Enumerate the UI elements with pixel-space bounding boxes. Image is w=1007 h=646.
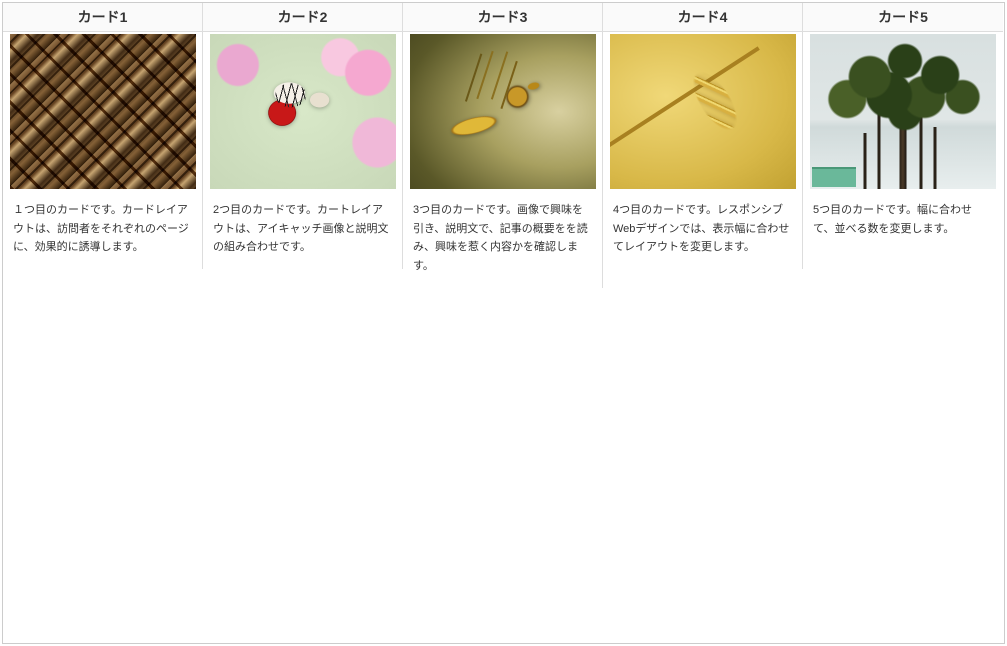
card-description: 5つ目のカードです。幅に合わせて、並べる数を変更します。 (803, 189, 1003, 250)
card-4[interactable]: カード4 4つ目のカードです。レスポンシブWebデザインでは、表示幅に合わせてレ… (603, 3, 803, 269)
card-3[interactable]: カード3 3つ目のカードです。画像で興味を引き、説明文で、記事の概要をを読み、興… (403, 3, 603, 288)
card-image-butterfly (210, 34, 396, 189)
card-title: カード3 (403, 3, 602, 32)
card-image-pine-tree (810, 34, 996, 189)
card-title: カード4 (603, 3, 802, 32)
card-1[interactable]: カード1 １つ目のカードです。カードレイアウトは、訪問者をそれぞれのページに、効… (3, 3, 203, 269)
card-grid: カード1 １つ目のカードです。カードレイアウトは、訪問者をそれぞれのページに、効… (2, 2, 1005, 644)
card-image-seadragon (410, 34, 596, 189)
card-2[interactable]: カード2 2つ目のカードです。カートレイアウトは、アイキャッチ画像と説明文の組み… (203, 3, 403, 269)
card-description: １つ目のカードです。カードレイアウトは、訪問者をそれぞれのページに、効果的に誘導… (3, 189, 202, 269)
card-title: カード2 (203, 3, 402, 32)
card-title: カード5 (803, 3, 1003, 32)
card-5[interactable]: カード5 5つ目のカードです。幅に合わせて、並べる数を変更します。 (803, 3, 1003, 250)
card-title: カード1 (3, 3, 202, 32)
card-image-wheat (610, 34, 796, 189)
card-description: 2つ目のカードです。カートレイアウトは、アイキャッチ画像と説明文の組み合わせです… (203, 189, 402, 269)
card-description: 4つ目のカードです。レスポンシブWebデザインでは、表示幅に合わせてレイアウトを… (603, 189, 802, 269)
card-image-woven-rope (10, 34, 196, 189)
card-description: 3つ目のカードです。画像で興味を引き、説明文で、記事の概要をを読み、興味を惹く内… (403, 189, 602, 288)
